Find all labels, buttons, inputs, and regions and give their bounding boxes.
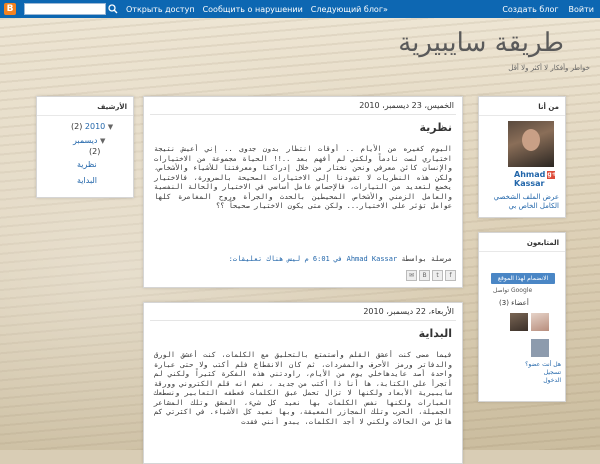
blog-description: خواطر وأفكار لا أكثر ولا أقل xyxy=(508,64,590,72)
post-body: فيما مضى كنت أعشق القلم وأستمتع بالتحليق… xyxy=(154,351,452,426)
sign-in-link[interactable]: Войти xyxy=(569,5,594,14)
post-author-link[interactable]: Ahmad Kassar xyxy=(347,255,398,263)
archive-post-link[interactable]: البداية xyxy=(77,176,97,185)
post-author-label: مرسلة بواسطة xyxy=(401,255,452,263)
navbar: B Открыть доступ Сообщить о нарушении Сл… xyxy=(0,0,600,18)
report-abuse-link[interactable]: Сообщить о нарушении xyxy=(203,5,303,14)
post-title[interactable]: نظرية xyxy=(420,121,453,134)
member-avatar[interactable] xyxy=(510,313,528,331)
post-date: الأربعاء، 22 ديسمبر، 2010 xyxy=(363,307,454,316)
about-title: من أنا xyxy=(479,97,565,116)
member-avatar[interactable] xyxy=(531,313,549,331)
share-facebook-icon[interactable]: f xyxy=(445,270,456,281)
profile-name-first[interactable]: Ahmad xyxy=(514,170,545,179)
search-icon[interactable] xyxy=(108,4,118,14)
navbar-right: Создать блог Войти xyxy=(492,0,594,18)
blog-post: الأربعاء، 22 ديسمبر، 2010 البداية فيما م… xyxy=(143,302,463,464)
about-widget: من أنا Ahmad g+ Kassar عرض الملف الشخصي ا… xyxy=(478,96,566,218)
post-date: الخميس، 23 ديسمبر، 2010 xyxy=(359,101,454,110)
member-sign-in-link[interactable]: هل أنت عضو؟تسجيل الدخول xyxy=(525,361,561,385)
share-link[interactable]: Открыть доступ xyxy=(126,5,195,14)
collapse-toggle-icon[interactable]: ▼ xyxy=(100,137,105,145)
profile-name[interactable]: Ahmad g+ Kassar xyxy=(514,170,557,188)
join-site-button[interactable]: الانضمام لهذا الموقع xyxy=(491,273,555,284)
archive-year-count: (2) xyxy=(71,122,83,131)
member-avatar[interactable] xyxy=(531,339,549,357)
share-twitter-icon[interactable]: t xyxy=(432,270,443,281)
collapse-toggle-icon[interactable]: ▼ xyxy=(108,123,113,131)
post-body: اليوم كغيره من الأيام .. أوقات انتظار بد… xyxy=(154,145,452,210)
post-time-link[interactable]: في 6:01 م xyxy=(304,255,342,263)
archive-post-link[interactable]: نظرية xyxy=(77,160,97,169)
archive-title: الأرشيف xyxy=(37,97,133,116)
blogger-logo-icon[interactable]: B xyxy=(4,3,16,15)
search-input[interactable] xyxy=(24,3,106,15)
navbar-search xyxy=(24,3,118,15)
email-post-icon[interactable]: ✉ xyxy=(406,270,417,281)
post-title[interactable]: البداية xyxy=(419,327,452,340)
archive-month-row[interactable]: ديسمبر ▼ xyxy=(73,136,105,145)
archive-year-row[interactable]: (2) 2010 ▼ xyxy=(71,122,113,131)
post-divider xyxy=(150,114,456,115)
archive-year-link[interactable]: 2010 xyxy=(85,122,105,131)
share-buttons: ✉ B t f xyxy=(406,270,458,281)
blog-title[interactable]: طريقة سايبيرية xyxy=(398,28,564,58)
profile-name-last[interactable]: Kassar xyxy=(514,179,544,188)
blog-post: الخميس، 23 ديسمبر، 2010 نظرية اليوم كغير… xyxy=(143,96,463,288)
archive-widget: الأرشيف (2) 2010 ▼ ديسمبر ▼ (2) نظرية ال… xyxy=(36,96,134,198)
post-footer: مرسلة بواسطة Ahmad Kassar في 6:01 م ليس … xyxy=(229,255,452,263)
followers-widget: المتابعون الانضمام لهذا الموقع Google تو… xyxy=(478,232,566,402)
members-count: أعضاء (3) xyxy=(499,299,529,307)
next-blog-link[interactable]: Следующий блог» xyxy=(311,5,388,14)
profile-photo[interactable] xyxy=(508,121,554,167)
google-friend-connect-label: Google تواصل xyxy=(493,287,533,294)
post-divider xyxy=(150,320,456,321)
archive-month-link[interactable]: ديسمبر xyxy=(73,136,97,145)
full-profile-link[interactable]: عرض الملف الشخصي الكامل الخاص بي xyxy=(489,193,559,211)
create-blog-link[interactable]: Создать блог xyxy=(502,5,558,14)
archive-month-count: (2) xyxy=(89,147,101,156)
post-comments-link[interactable]: ليس هناك تعليقات: xyxy=(229,255,301,263)
followers-title: المتابعون xyxy=(479,233,565,252)
blog-this-icon[interactable]: B xyxy=(419,270,430,281)
google-plus-icon[interactable]: g+ xyxy=(547,170,557,179)
